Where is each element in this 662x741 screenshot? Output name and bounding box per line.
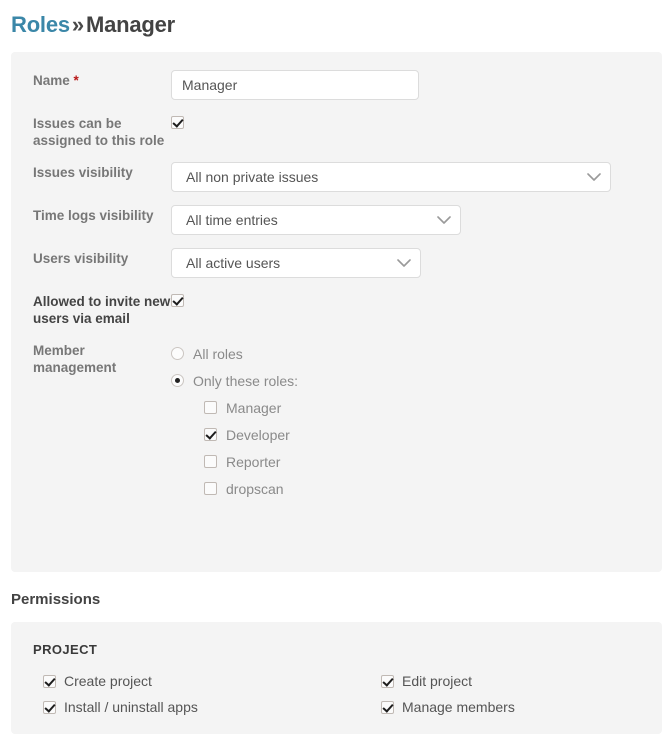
permission-item-install-uninstall-apps[interactable]: Install / uninstall apps: [43, 694, 381, 720]
breadcrumb-separator: »: [71, 12, 84, 37]
radio-all-roles[interactable]: [171, 347, 184, 360]
permission-item-manage-members[interactable]: Manage members: [381, 694, 662, 720]
name-control: [171, 70, 662, 100]
permission-checkbox-create-project[interactable]: [43, 674, 56, 688]
form-row-invite-users: Allowed to invite new users via email: [11, 291, 662, 327]
name-label: Name *: [11, 70, 171, 89]
permission-checkbox-edit-project[interactable]: [381, 674, 394, 688]
issues-visibility-select[interactable]: All non private issues: [171, 162, 611, 192]
form-row-issues-visibility: Issues visibility All non private issues: [11, 162, 662, 192]
form-row-time-logs-visibility: Time logs visibility All time entries: [11, 205, 662, 235]
role-form-panel: Name * Issues can be assigned to this ro…: [11, 52, 662, 572]
name-input[interactable]: [171, 70, 419, 100]
name-label-text: Name: [33, 73, 70, 88]
assignable-control: [171, 113, 662, 132]
users-visibility-control: All active users: [171, 248, 662, 278]
permission-label-install-uninstall-apps: Install / uninstall apps: [64, 699, 198, 715]
permission-label-edit-project: Edit project: [402, 673, 473, 689]
issues-visibility-label: Issues visibility: [33, 165, 133, 180]
role-checkbox-row[interactable]: Reporter: [171, 448, 662, 475]
invite-users-label: Allowed to invite new users via email: [33, 294, 171, 326]
role-checkbox-developer-label: Developer: [226, 426, 290, 443]
role-checkbox-row[interactable]: Developer: [171, 421, 662, 448]
chevron-down-icon: [587, 172, 601, 182]
page-title: Roles»Manager: [0, 0, 662, 40]
permissions-heading: Permissions: [11, 591, 101, 608]
role-checkbox-manager-label: Manager: [226, 399, 282, 416]
form-row-users-visibility: Users visibility All active users: [11, 248, 662, 278]
radio-all-roles-label: All roles: [193, 345, 243, 362]
invite-users-control: [171, 291, 662, 310]
assignable-label: Issues can be assigned to this role: [33, 116, 165, 148]
role-checkbox-developer[interactable]: [204, 428, 217, 441]
permissions-grid: Create project Edit project Install / un…: [11, 668, 662, 720]
users-visibility-value: All active users: [186, 255, 281, 271]
permissions-group-title: PROJECT: [33, 642, 98, 657]
permissions-panel: PROJECT Create project Edit project Inst…: [11, 622, 662, 734]
permission-checkbox-install-uninstall-apps[interactable]: [43, 700, 56, 714]
issues-visibility-control: All non private issues: [171, 162, 662, 192]
time-logs-visibility-label: Time logs visibility: [33, 208, 154, 223]
role-checkbox-reporter-label: Reporter: [226, 453, 281, 470]
time-logs-visibility-control: All time entries: [171, 205, 662, 235]
invite-users-checkbox[interactable]: [171, 294, 184, 307]
breadcrumb-roles-link[interactable]: Roles: [11, 12, 70, 37]
permission-item-create-project[interactable]: Create project: [43, 668, 381, 694]
permission-item-edit-project[interactable]: Edit project: [381, 668, 662, 694]
role-checkbox-row[interactable]: Manager: [171, 394, 662, 421]
radio-only-these-roles[interactable]: [171, 374, 184, 387]
users-visibility-select[interactable]: All active users: [171, 248, 421, 278]
required-asterisk: *: [73, 73, 79, 88]
member-management-option-only-these-roles[interactable]: Only these roles:: [171, 367, 662, 394]
permission-label-create-project: Create project: [64, 673, 152, 689]
permission-label-manage-members: Manage members: [402, 699, 515, 715]
radio-only-these-roles-label: Only these roles:: [193, 372, 299, 389]
time-logs-visibility-value: All time entries: [186, 212, 278, 228]
member-management-control: All roles Only these roles: Manager Deve…: [171, 340, 662, 502]
assignable-checkbox[interactable]: [171, 116, 184, 129]
role-checkbox-dropscan-label: dropscan: [226, 480, 284, 497]
member-management-label: Member management: [33, 343, 117, 375]
role-checkbox-reporter[interactable]: [204, 455, 217, 468]
form-row-name: Name *: [11, 70, 662, 100]
permission-checkbox-manage-members[interactable]: [381, 700, 394, 714]
time-logs-visibility-select[interactable]: All time entries: [171, 205, 461, 235]
role-checkbox-manager[interactable]: [204, 401, 217, 414]
issues-visibility-value: All non private issues: [186, 169, 319, 185]
role-checkbox-dropscan[interactable]: [204, 482, 217, 495]
chevron-down-icon: [397, 258, 411, 268]
form-row-assignable: Issues can be assigned to this role: [11, 113, 662, 149]
users-visibility-label: Users visibility: [33, 251, 129, 266]
member-management-option-all-roles[interactable]: All roles: [171, 340, 662, 367]
form-row-member-management: Member management All roles Only these r…: [11, 340, 662, 502]
role-checkbox-row[interactable]: dropscan: [171, 475, 662, 502]
chevron-down-icon: [437, 215, 451, 225]
breadcrumb-current: Manager: [85, 12, 176, 37]
